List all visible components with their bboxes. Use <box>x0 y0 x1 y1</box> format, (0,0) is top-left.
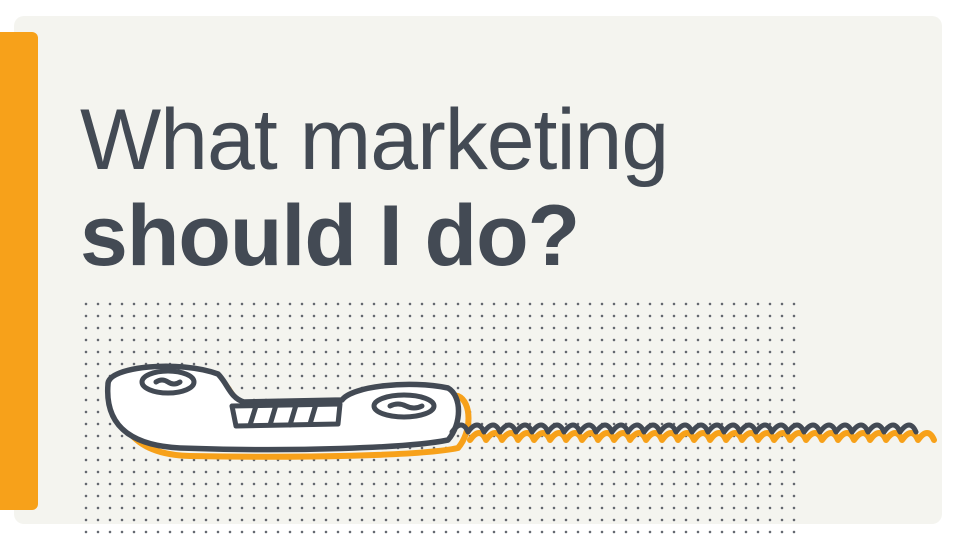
telephone-handset-icon <box>105 363 937 460</box>
